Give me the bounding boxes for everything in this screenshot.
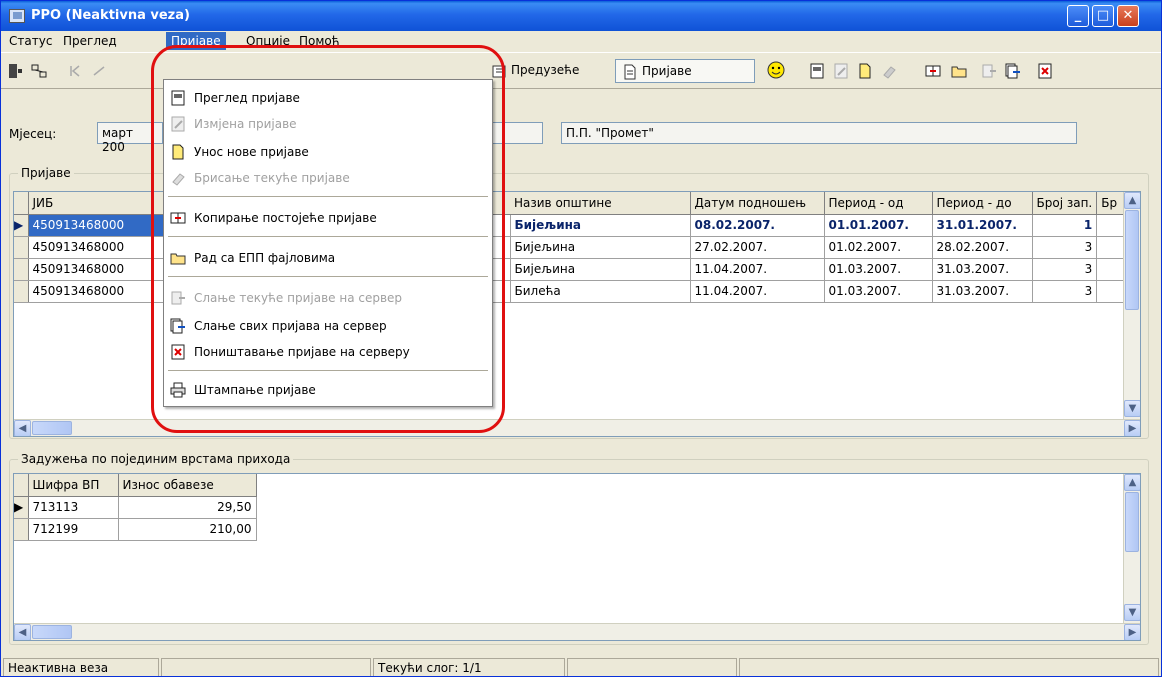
cell-do[interactable]: 31.03.2007. [932,258,1033,281]
cell-broj[interactable]: 3 [1032,258,1098,281]
col-sifra[interactable]: Шифра ВП [28,474,119,497]
cell-od[interactable]: 01.01.2007. [824,214,933,237]
scroll-thumb[interactable] [1125,492,1139,552]
zaduzenja-group-label: Задужења по појединим врстама прихода [18,452,294,466]
company-name-value: П.П. "Промет" [566,126,654,140]
month-label: Мјесец: [9,127,57,141]
status-connection: Неактивна веза [3,658,159,676]
menu-pregled[interactable]: Преглед [63,34,117,48]
cell-opstina[interactable]: Билећа [510,280,691,303]
cell-opstina[interactable]: Бијељина [510,214,691,237]
new-document-icon[interactable] [857,63,873,79]
app-icon [9,9,25,23]
scroll-down-icon[interactable]: ▼ [1124,400,1140,417]
main-window: PPO (Neaktivna veza) _ □ ✕ Статус Прегле… [0,0,1162,677]
month-field-value: март 200 [102,126,134,154]
close-button[interactable]: ✕ [1117,5,1139,27]
col-broj[interactable]: Број зап. [1032,192,1098,215]
window-title: PPO (Neaktivna veza) [31,8,190,23]
annotation-highlight [151,45,505,433]
scroll-thumb[interactable] [1125,210,1139,310]
eraser-icon[interactable] [881,63,897,79]
prijave-button-label: Пријаве [642,64,692,78]
indicator-header [14,192,29,215]
folder-open-icon[interactable] [951,63,967,79]
door-icon[interactable] [7,63,23,79]
status-record: Текући слог: 1/1 [373,658,565,676]
company-name-field[interactable]: П.П. "Промет" [561,122,1077,144]
document-icon [624,64,636,79]
cell-iznos[interactable]: 29,50 [118,496,257,519]
zaduzenja-table: Шифра ВП Износ обавезе ▶ 713113 29,50 71… [14,474,257,541]
row-indicator [14,258,29,281]
col-iznos[interactable]: Износ обавезе [118,474,257,497]
cell-sifra[interactable]: 712199 [28,518,119,541]
cell-sifra[interactable]: 713113 [28,496,119,519]
col-do[interactable]: Период - до [932,192,1033,215]
title-bar[interactable]: PPO (Neaktivna veza) _ □ ✕ [1,1,1161,31]
table-row[interactable]: 712199 210,00 [14,518,257,541]
status-empty-1 [161,658,371,676]
company-button-label: Предузеће [511,63,580,77]
copy-report-icon[interactable] [925,63,941,79]
edit-report-icon[interactable] [833,63,849,79]
cell-opstina[interactable]: Бијељина [510,258,691,281]
zaduzenja-grid[interactable]: Шифра ВП Износ обавезе ▶ 713113 29,50 71… [13,473,1141,641]
first-record-icon[interactable] [67,63,83,79]
scroll-left-icon[interactable]: ◀ [14,624,31,640]
col-datum[interactable]: Датум подношењ [690,192,825,215]
network-icon[interactable] [31,63,47,79]
cell-datum[interactable]: 11.04.2007. [690,258,825,281]
cell-datum[interactable]: 11.04.2007. [690,280,825,303]
row-indicator [14,236,29,259]
indicator-header [14,474,29,497]
header-row: Шифра ВП Износ обавезе [14,474,257,497]
row-indicator [14,518,29,541]
cell-do[interactable]: 31.03.2007. [932,280,1033,303]
cell-iznos[interactable]: 210,00 [118,518,257,541]
scroll-right-icon[interactable]: ▶ [1124,624,1140,640]
cancel-report-icon[interactable] [1037,63,1053,79]
prijave-vscroll[interactable]: ▲ ▼ [1123,192,1140,419]
view-report-icon[interactable] [809,63,825,79]
prev-record-icon[interactable] [91,63,107,79]
scroll-up-icon[interactable]: ▲ [1124,474,1140,491]
cell-broj[interactable]: 3 [1032,280,1098,303]
cell-do[interactable]: 28.02.2007. [932,236,1033,259]
hscroll-thumb[interactable] [32,625,72,639]
status-empty-2 [567,658,737,676]
scroll-up-icon[interactable]: ▲ [1124,192,1140,209]
cell-od[interactable]: 01.03.2007. [824,280,933,303]
scroll-down-icon[interactable]: ▼ [1124,604,1140,621]
table-row[interactable]: ▶ 713113 29,50 [14,496,257,519]
cell-datum[interactable]: 08.02.2007. [690,214,825,237]
maximize-button[interactable]: □ [1092,5,1114,27]
cell-datum[interactable]: 27.02.2007. [690,236,825,259]
zaduzenja-vscroll[interactable]: ▲ ▼ [1123,474,1140,623]
cell-do[interactable]: 31.01.2007. [932,214,1033,237]
cell-broj[interactable]: 1 [1032,214,1098,237]
cell-od[interactable]: 01.03.2007. [824,258,933,281]
smiley-icon[interactable] [767,61,785,79]
hscroll-thumb[interactable] [32,421,72,435]
row-indicator [14,280,29,303]
status-bar: Неактивна веза Текући слог: 1/1 [1,656,1161,676]
scroll-right-icon[interactable]: ▶ [1124,420,1140,436]
cell-broj[interactable]: 3 [1032,236,1098,259]
send-all-icon[interactable] [1005,63,1021,79]
prijave-group-label: Пријаве [18,166,74,180]
col-opstina[interactable]: Назив општине [510,192,691,215]
col-od[interactable]: Период - од [824,192,933,215]
row-indicator: ▶ [14,214,29,237]
menu-status[interactable]: Статус [9,34,52,48]
cell-opstina[interactable]: Бијељина [510,236,691,259]
minimize-button[interactable]: _ [1067,5,1089,27]
prijave-button[interactable]: Пријаве [615,59,755,83]
scroll-left-icon[interactable]: ◀ [14,420,31,436]
status-empty-3 [739,658,1159,676]
send-current-icon[interactable] [981,63,997,79]
zaduzenja-hscroll[interactable]: ◀ ▶ [14,623,1140,640]
cell-od[interactable]: 01.02.2007. [824,236,933,259]
row-indicator: ▶ [14,496,29,519]
